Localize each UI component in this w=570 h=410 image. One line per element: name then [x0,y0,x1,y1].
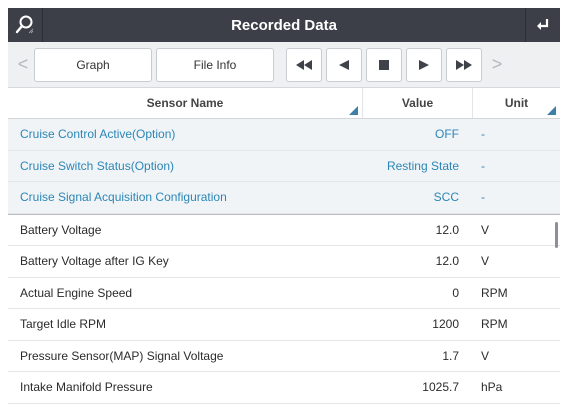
sensor-unit: V [481,222,490,237]
title-bar: Recorded Data [8,8,560,42]
rewind-icon [296,59,312,70]
search-icon [15,15,34,34]
fast-forward-button[interactable] [446,47,482,82]
sensor-unit: - [481,127,485,142]
play-icon [419,59,429,70]
recorded-data-screen: Recorded Data < Graph File Info > Sensor… [8,8,560,404]
search-button[interactable] [8,8,43,42]
sensor-name: Cruise Switch Status(Option) [20,158,175,173]
sensor-unit: - [481,190,485,205]
sensor-value: SCC [433,190,459,205]
sensor-value: Resting State [386,158,459,173]
sensor-name: Target Idle RPM [20,317,107,332]
next-page-button[interactable]: > [486,48,508,82]
table-row[interactable]: Battery Voltage after IG Key 12.0 V [8,246,560,278]
toolbar: < Graph File Info > [8,42,560,88]
chevron-right-icon: > [491,54,503,74]
step-back-icon [339,59,349,70]
sensor-unit: V [481,254,490,269]
page-title: Recorded Data [231,16,337,34]
table-row[interactable]: Battery Voltage 12.0 V [8,215,560,246]
table-row[interactable]: Cruise Switch Status(Option) Resting Sta… [8,150,560,182]
sensor-value: 12.0 [435,254,459,269]
table-row[interactable]: Intake Manifold Pressure 1025.7 hPa [8,372,560,404]
sensor-value: 0 [452,285,459,300]
column-header-label: Unit [504,96,529,110]
sensor-name: Battery Voltage after IG Key [20,254,169,269]
sensor-value: OFF [435,127,459,142]
sensor-unit: RPM [481,285,508,300]
stop-icon [379,59,389,70]
table-header: Sensor Name Value Unit [8,88,560,119]
table-row[interactable]: Cruise Control Active(Option) OFF - [8,119,560,151]
table-row[interactable]: Target Idle RPM 1200 RPM [8,309,560,341]
column-header-label: Value [401,96,434,110]
vertical-scrollbar[interactable] [555,222,558,248]
stop-button[interactable] [366,47,402,82]
sensor-unit: - [481,158,485,173]
sort-indicator-icon [349,106,358,115]
back-icon [537,19,549,30]
sensor-name: Intake Manifold Pressure [20,380,153,395]
sensor-name: Cruise Signal Acquisition Configuration [20,190,227,205]
sensor-value: 1025.7 [422,380,459,395]
sensor-value: 12.0 [435,222,459,237]
sensor-unit: V [481,348,490,363]
sensor-value: 1.7 [442,348,459,363]
fast-forward-icon [456,59,472,70]
sensor-table: Cruise Control Active(Option) OFF - Crui… [8,119,560,404]
sensor-unit: RPM [481,317,508,332]
play-button[interactable] [406,47,442,82]
rewind-button[interactable] [286,47,322,82]
column-header-unit[interactable]: Unit [473,88,560,118]
column-header-sensor-name[interactable]: Sensor Name [8,88,363,118]
column-header-value: Value [363,88,473,118]
sensor-name: Actual Engine Speed [20,285,133,300]
table-row[interactable]: Cruise Signal Acquisition Configuration … [8,182,560,214]
sensor-value: 1200 [432,317,459,332]
table-row[interactable]: Pressure Sensor(MAP) Signal Voltage 1.7 … [8,341,560,372]
back-button[interactable] [525,8,560,42]
sensor-unit: hPa [481,380,503,395]
sensor-name: Cruise Control Active(Option) [20,127,176,142]
step-back-button[interactable] [326,47,362,82]
table-row[interactable]: Actual Engine Speed 0 RPM [8,278,560,309]
column-header-label: Sensor Name [146,96,224,110]
sensor-name: Pressure Sensor(MAP) Signal Voltage [20,348,224,363]
chevron-left-icon: < [17,54,29,74]
graph-button[interactable]: Graph [34,47,152,82]
sort-indicator-icon [547,106,556,115]
prev-page-button[interactable]: < [12,48,34,82]
sensor-name: Battery Voltage [20,222,102,237]
file-info-button[interactable]: File Info [156,47,274,82]
